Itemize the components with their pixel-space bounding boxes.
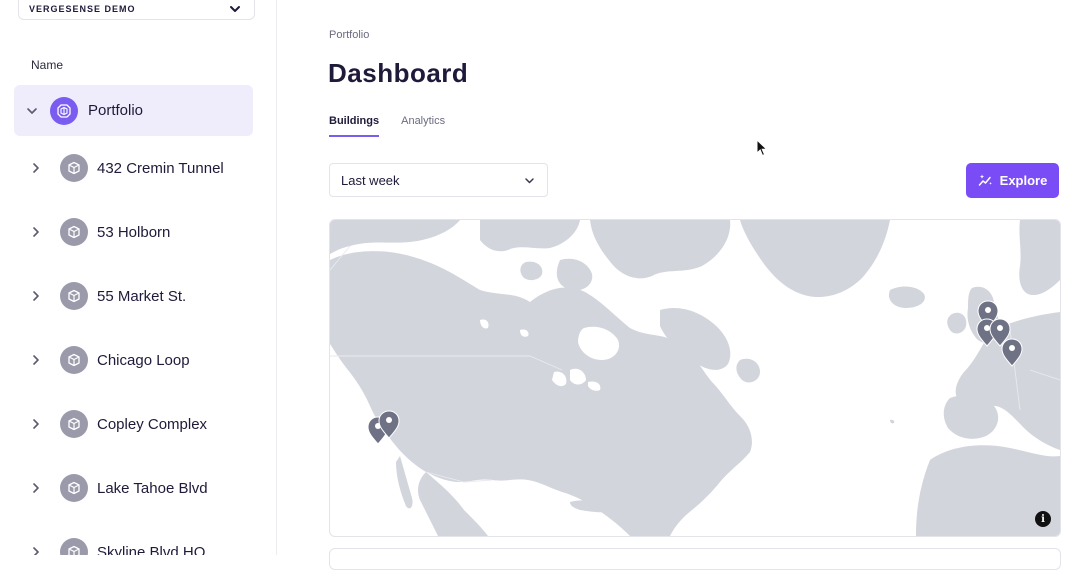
tree-item-label: Chicago Loop <box>97 351 190 369</box>
sparkle-chart-icon <box>978 174 992 186</box>
chevron-down-icon <box>230 6 240 12</box>
cubes-icon <box>50 96 78 125</box>
tab-buildings[interactable]: Buildings <box>329 115 380 137</box>
cube-icon <box>60 218 88 246</box>
sidebar: VERGESENSE DEMO Name Portfolio 432 Cremi… <box>0 0 277 555</box>
breadcrumb[interactable]: Portfolio <box>329 29 369 41</box>
tree-item-label: Lake Tahoe Blvd <box>97 479 208 497</box>
tree-item-portfolio[interactable]: Portfolio <box>14 85 253 136</box>
page-title: Dashboard <box>328 58 469 88</box>
tree-item-building[interactable]: Copley Complex <box>30 404 207 444</box>
chevron-down-icon[interactable] <box>26 105 38 117</box>
date-range-value: Last week <box>341 172 400 188</box>
tree-item-label: 432 Cremin Tunnel <box>97 159 224 177</box>
tab-analytics[interactable]: Analytics <box>401 115 445 137</box>
explore-button[interactable]: Explore <box>966 163 1059 198</box>
tree-item-building[interactable]: 53 Holborn <box>30 212 170 252</box>
cube-icon <box>60 474 88 502</box>
tree-item-building[interactable]: 432 Cremin Tunnel <box>30 148 224 188</box>
tree-item-building[interactable]: Lake Tahoe Blvd <box>30 468 208 508</box>
chevron-right-icon[interactable] <box>30 290 42 302</box>
explore-label: Explore <box>999 173 1048 188</box>
map-land <box>330 220 1060 536</box>
chevron-right-icon[interactable] <box>30 162 42 174</box>
cube-icon <box>60 282 88 310</box>
map-info-icon[interactable]: i <box>1035 511 1051 527</box>
main-content: Portfolio Dashboard Buildings Analytics … <box>277 0 1092 570</box>
buildings-map[interactable]: i <box>329 219 1061 537</box>
chevron-right-icon[interactable] <box>30 226 42 238</box>
chevron-right-icon[interactable] <box>30 354 42 366</box>
cube-icon <box>60 538 88 555</box>
date-range-select[interactable]: Last week <box>329 163 548 197</box>
org-name: VERGESENSE DEMO <box>29 4 136 14</box>
chevron-right-icon[interactable] <box>30 546 42 555</box>
next-panel <box>329 548 1061 570</box>
cube-icon <box>60 346 88 374</box>
tree-item-building[interactable]: Chicago Loop <box>30 340 190 380</box>
org-selector[interactable]: VERGESENSE DEMO <box>18 0 255 20</box>
tab-bar: Buildings Analytics <box>329 115 467 137</box>
tree-item-label: Portfolio <box>88 102 144 119</box>
map-canvas[interactable] <box>330 220 1060 536</box>
cube-icon <box>60 410 88 438</box>
tree-item-building[interactable]: Skyline Blvd HQ <box>30 532 205 555</box>
tree-item-label: 55 Market St. <box>97 287 187 305</box>
cube-icon <box>60 154 88 182</box>
tree-item-label: Copley Complex <box>97 415 208 433</box>
chevron-right-icon[interactable] <box>30 482 42 494</box>
tree-item-building[interactable]: 55 Market St. <box>30 276 186 316</box>
chevron-down-icon <box>525 177 534 183</box>
tree-item-label: 53 Holborn <box>97 223 171 241</box>
chevron-right-icon[interactable] <box>30 418 42 430</box>
name-column-header: Name <box>31 58 64 72</box>
tree-item-label: Skyline Blvd HQ <box>97 543 206 556</box>
mouse-cursor-icon <box>756 139 768 157</box>
